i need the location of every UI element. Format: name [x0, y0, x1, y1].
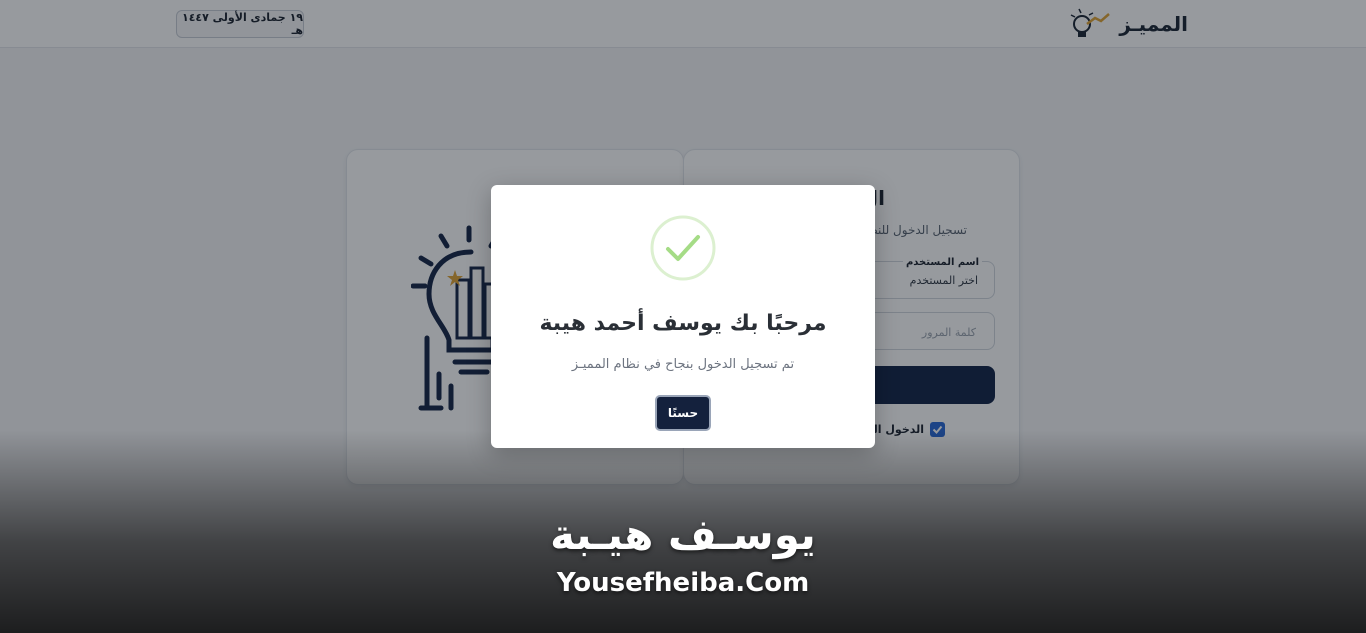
dialog-message: تم تسجيل الدخول بنجاح في نظام المميـز	[571, 357, 795, 372]
watermark-arabic: يوسـف هيـبة	[550, 510, 816, 559]
success-dialog: مرحبًا بك يوسف أحمد هيبة تم تسجيل الدخول…	[491, 185, 875, 448]
ok-button[interactable]: حسنًا	[655, 395, 711, 431]
watermark-english: Yousefheiba.Com	[556, 568, 810, 598]
check-circle-icon	[650, 215, 716, 281]
dialog-title: مرحبًا بك يوسف أحمد هيبة	[539, 311, 827, 336]
